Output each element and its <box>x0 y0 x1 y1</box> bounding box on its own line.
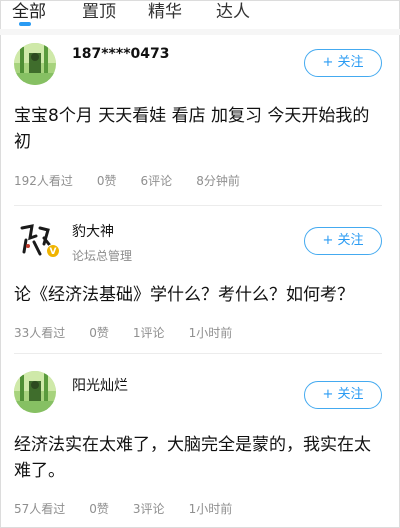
post-content[interactable]: 宝宝8个月 天天看娃 看店 加复习 今天开始我的初 <box>14 103 384 155</box>
post-time: 1小时前 <box>188 502 233 516</box>
active-tab-indicator <box>19 22 31 26</box>
follow-label: 关注 <box>337 387 364 402</box>
plus-icon: + <box>322 233 334 248</box>
tab-all[interactable]: 全部 <box>12 2 46 22</box>
post-time: 8分钟前 <box>196 174 240 188</box>
comment-count[interactable]: 6评论 <box>141 172 173 189</box>
post-card[interactable]: V 豹大神 论坛总管理 + 关注 论《经济法基础》学什么？考什么？如何考？ 33人… <box>0 206 400 353</box>
post-card[interactable]: 阳光灿烂 + 关注 经济法实在太难了，大脑完全是蒙的，我实在太难了。 57人看过 0… <box>0 354 400 528</box>
like-count[interactable]: 0赞 <box>89 324 109 341</box>
verified-badge-icon: V <box>46 244 60 258</box>
username[interactable]: 阳光灿烂 <box>72 375 128 395</box>
view-count: 192人看过 <box>14 174 73 188</box>
comment-count[interactable]: 1评论 <box>133 324 165 341</box>
post-stats: 57人看过 0赞 3评论 1小时前 <box>14 500 256 517</box>
post-stats: 33人看过 0赞 1评论 1小时前 <box>14 324 256 341</box>
tab-pinned[interactable]: 置顶 <box>82 2 116 22</box>
tab-experts[interactable]: 达人 <box>216 2 250 22</box>
plus-icon: + <box>322 387 334 402</box>
post-content[interactable]: 经济法实在太难了，大脑完全是蒙的，我实在太难了。 <box>14 432 384 484</box>
post-content[interactable]: 论《经济法基础》学什么？考什么？如何考？ <box>14 282 384 308</box>
follow-button[interactable]: + 关注 <box>304 381 382 409</box>
post-card[interactable]: 187****0473 + 关注 宝宝8个月 天天看娃 看店 加复习 今天开始我的… <box>0 35 400 205</box>
view-count: 33人看过 <box>14 326 66 340</box>
comment-count[interactable]: 3评论 <box>133 500 165 517</box>
user-role-tag: 论坛总管理 <box>72 249 133 263</box>
follow-button[interactable]: + 关注 <box>304 49 382 77</box>
bamboo-avatar-icon[interactable] <box>14 371 56 413</box>
tab-bar: 全部 置顶 精华 达人 <box>0 0 400 28</box>
follow-label: 关注 <box>337 55 364 70</box>
plus-icon: + <box>322 55 334 70</box>
follow-label: 关注 <box>337 233 364 248</box>
post-stats: 192人看过 0赞 6评论 8分钟前 <box>14 172 264 189</box>
tab-featured[interactable]: 精华 <box>148 2 182 22</box>
like-count[interactable]: 0赞 <box>89 500 109 517</box>
view-count: 57人看过 <box>14 502 66 516</box>
username[interactable]: 豹大神 <box>72 221 114 241</box>
username[interactable]: 187****0473 <box>72 46 169 62</box>
follow-button[interactable]: + 关注 <box>304 227 382 255</box>
bamboo-avatar-icon[interactable] <box>14 43 56 85</box>
like-count[interactable]: 0赞 <box>97 172 117 189</box>
post-time: 1小时前 <box>188 326 233 340</box>
